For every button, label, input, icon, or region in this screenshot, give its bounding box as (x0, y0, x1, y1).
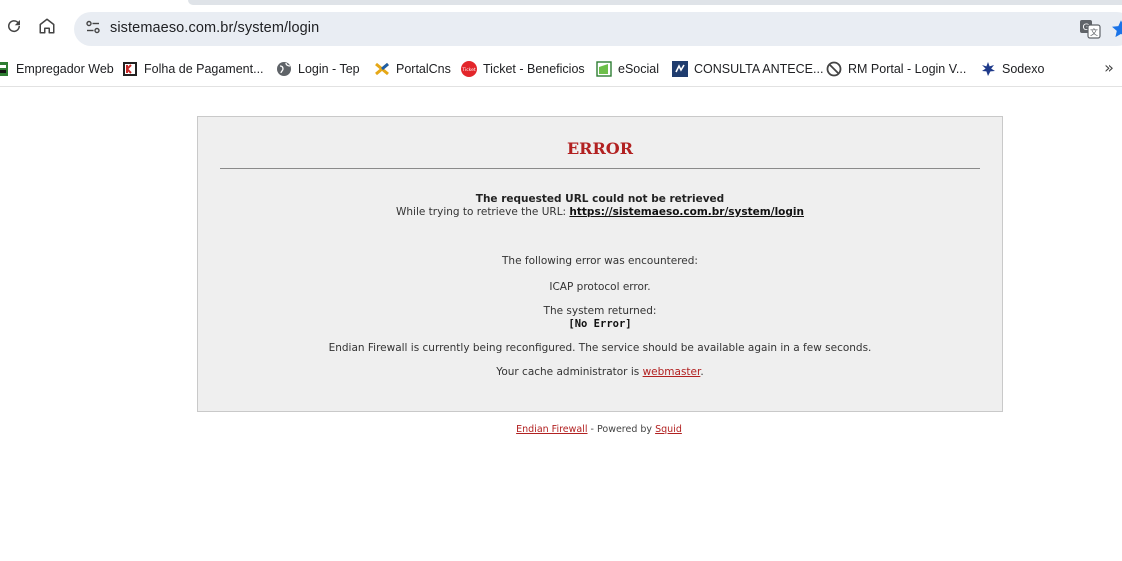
system-error-code: [No Error] (568, 318, 632, 330)
site-info-icon (85, 19, 101, 39)
sodexo-icon (980, 61, 996, 77)
bookmark-label: Ticket - Beneficios (483, 62, 585, 76)
more-bookmarks-chevron-icon[interactable]: » (1099, 57, 1119, 77)
bookmark-label: PortalCns (396, 62, 451, 76)
bookmark-sodexo[interactable]: Sodexo (980, 58, 1044, 80)
bookmark-empregador-web[interactable]: Empregador Web (0, 58, 114, 80)
home-button[interactable] (33, 14, 61, 42)
admin-prefix: Your cache administrator is (496, 366, 640, 378)
error-title: ERROR (566, 139, 634, 158)
empregador-web-icon (0, 61, 10, 77)
rm-portal-icon (826, 61, 842, 77)
folha-pagamento-icon (122, 61, 138, 77)
admin-suffix: . (700, 366, 704, 378)
webmaster-link[interactable]: webmaster (643, 366, 701, 378)
reload-button[interactable] (0, 14, 28, 42)
system-error-value: [No Error] (198, 318, 1002, 330)
bookmark-star-icon[interactable] (1110, 18, 1122, 40)
bookmark-esocial[interactable]: eSocial (596, 58, 659, 80)
bookmark-label: Login - Tep (298, 62, 360, 76)
admin-line: Your cache administrator is webmaster. (198, 366, 1002, 378)
address-bar[interactable]: sistemaeso.com.br/system/login G 文 (74, 12, 1122, 46)
powered-by-text: - Powered by (590, 424, 653, 435)
bookmark-label: RM Portal - Login V... (848, 62, 967, 76)
reload-icon (5, 17, 23, 39)
bookmark-folha-pagamento[interactable]: Folha de Pagament... (122, 58, 264, 80)
bookmarks-bar: Empregador Web Folha de Pagament... Logi… (0, 52, 1122, 87)
reconfig-notice: Endian Firewall is currently being recon… (328, 342, 872, 354)
error-message: ICAP protocol error. (549, 281, 651, 293)
esocial-icon (596, 61, 612, 77)
bookmark-consulta-antece[interactable]: CONSULTA ANTECE... (672, 58, 823, 80)
bookmark-ticket-beneficios[interactable]: Ticket Ticket - Beneficios (461, 58, 585, 80)
bookmark-label: Empregador Web (16, 62, 114, 76)
error-heading: The requested URL could not be retrieved (475, 193, 725, 205)
svg-text:Ticket: Ticket (461, 67, 476, 73)
url-text[interactable]: sistemaeso.com.br/system/login (110, 20, 319, 36)
system-returned-label: The system returned: (543, 305, 657, 317)
retrieve-prefix: While trying to retrieve the URL: (396, 206, 567, 218)
browser-toolbar: sistemaeso.com.br/system/login G 文 (0, 0, 1122, 52)
bookmark-label: CONSULTA ANTECE... (694, 62, 824, 76)
svg-text:文: 文 (1090, 27, 1098, 37)
consulta-icon (672, 61, 688, 77)
squid-link[interactable]: Squid (655, 424, 682, 435)
site-info-button[interactable] (80, 17, 106, 41)
bookmark-label: eSocial (618, 62, 659, 76)
endian-firewall-link[interactable]: Endian Firewall (516, 424, 587, 435)
home-icon (38, 17, 56, 39)
page-footer: Endian Firewall - Powered by Squid (197, 424, 1001, 435)
encountered-text: The following error was encountered: (502, 255, 698, 267)
portalcns-icon (374, 61, 390, 77)
error-panel: ERROR The requested URL could not be ret… (197, 116, 1003, 412)
bookmark-login-tep[interactable]: Login - Tep (276, 58, 360, 80)
bookmark-label: Sodexo (1002, 62, 1045, 76)
bookmark-rm-portal[interactable]: RM Portal - Login V... (826, 58, 966, 80)
globe-icon (276, 61, 292, 77)
ticket-icon: Ticket (461, 61, 477, 77)
requested-url-link[interactable]: https://sistemaeso.com.br/system/login (569, 206, 804, 218)
retrieve-url-line: While trying to retrieve the URL: https:… (198, 206, 1002, 218)
title-divider (220, 168, 980, 169)
bookmark-portalcns[interactable]: PortalCns (374, 58, 451, 80)
bookmark-label: Folha de Pagament... (144, 62, 264, 76)
translate-icon[interactable]: G 文 (1079, 19, 1101, 39)
